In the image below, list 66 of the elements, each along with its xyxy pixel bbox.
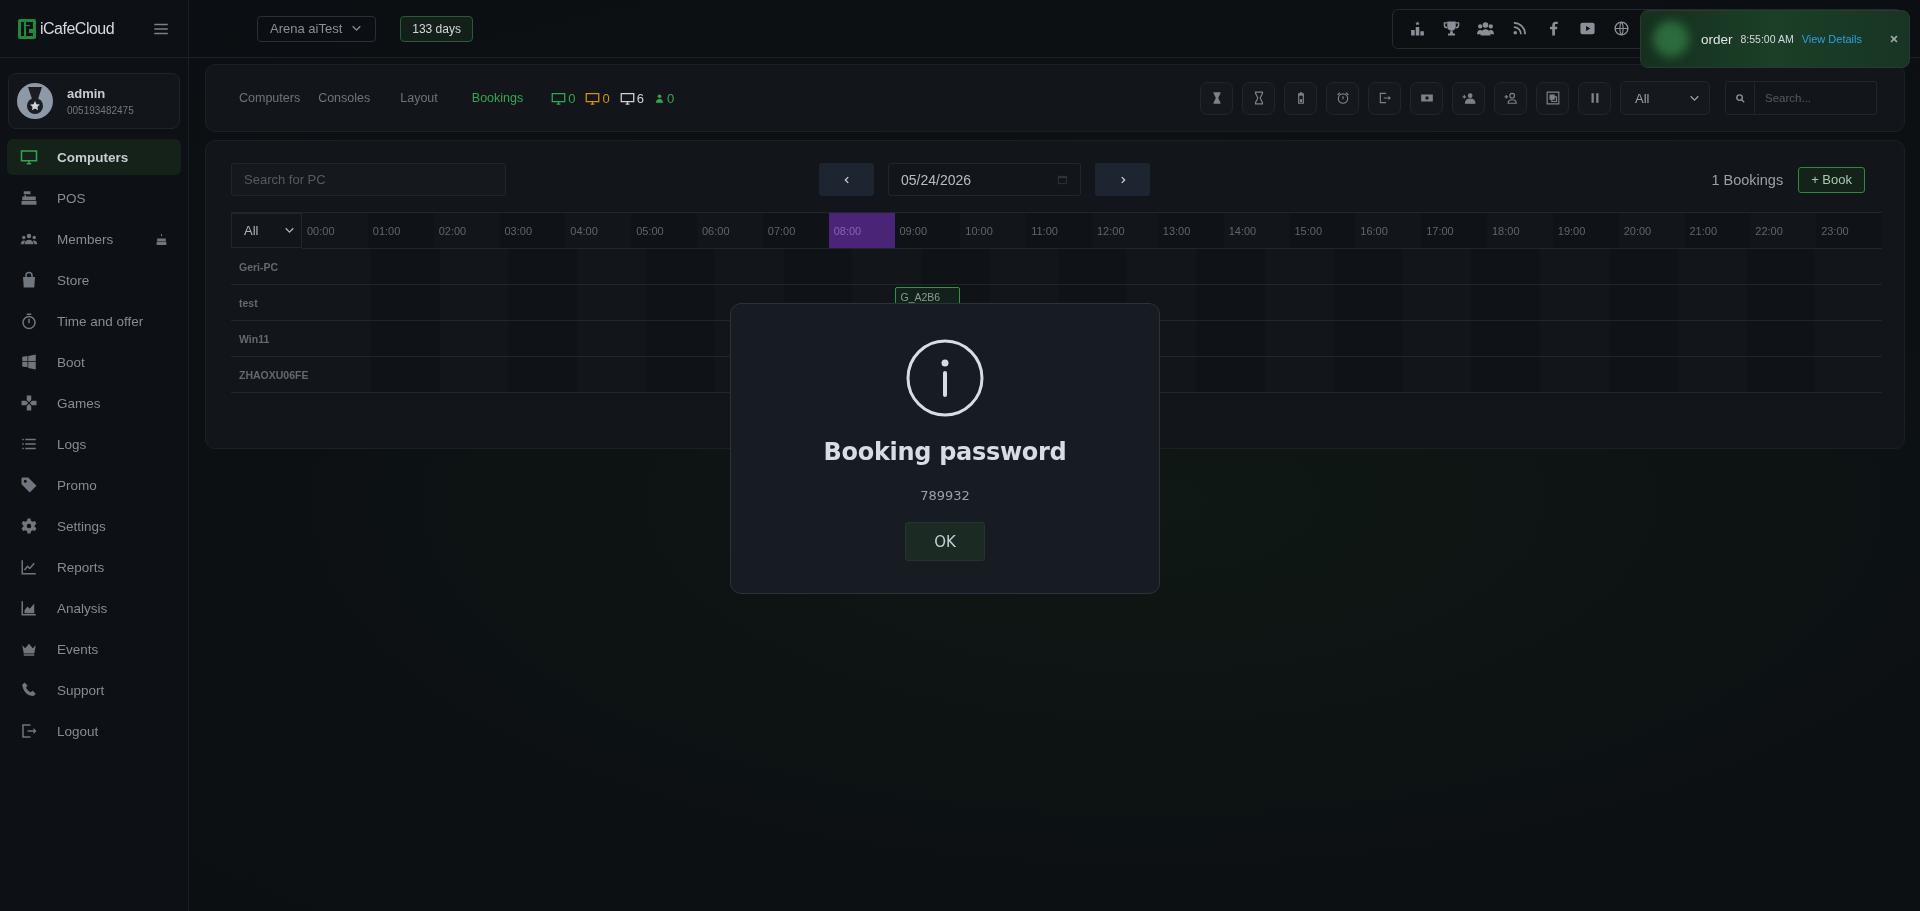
hour-header: 07:00 <box>762 213 829 249</box>
hour-header: 02:00 <box>433 213 500 249</box>
bookings-count: 1 Bookings <box>1711 171 1784 188</box>
sidebar-item[interactable]: Settings <box>7 508 181 544</box>
pc-filter-select[interactable]: All <box>231 213 302 248</box>
notification-time: 8:55:00 AM <box>1740 33 1794 45</box>
dialog-title: Booking password <box>823 438 1067 466</box>
notification-title: order <box>1701 31 1733 47</box>
hour-header: 01:00 <box>367 213 434 249</box>
hour-header: 17:00 <box>1421 213 1487 249</box>
hour-header: 15:00 <box>1289 213 1356 249</box>
status-counter: 0 <box>653 90 675 106</box>
hour-header: 18:00 <box>1487 213 1553 249</box>
pc-name: ZHAOXU06FE <box>239 368 309 381</box>
date-field[interactable]: 05/24/2026 <box>888 163 1081 196</box>
user-name: admin <box>67 86 107 101</box>
sidebar-item[interactable]: Promo <box>7 467 181 503</box>
sidebar-item[interactable]: Members <box>7 221 181 257</box>
book-button[interactable]: + Book <box>1798 166 1865 193</box>
hour-header: 13:00 <box>1157 213 1224 249</box>
tab[interactable]: Computers <box>233 91 307 105</box>
booking-password: 789932 <box>920 488 970 503</box>
sidebar-item[interactable]: Support <box>7 672 181 708</box>
status-counter: 0 <box>585 90 610 106</box>
status-counter: 0 <box>551 90 576 106</box>
sidebar-item[interactable]: Reports <box>7 549 181 585</box>
hour-header: 19:00 <box>1552 213 1619 249</box>
hour-header: 03:00 <box>499 213 566 249</box>
view-details-link[interactable]: View Details <box>1801 33 1862 45</box>
tab[interactable]: Layout <box>394 91 444 105</box>
status-counter: 6 <box>619 90 644 106</box>
sidebar-item[interactable]: POS <box>7 180 181 216</box>
sidebar-item[interactable]: Store <box>7 262 181 298</box>
cafe-select[interactable]: Arena aiTest <box>257 15 377 42</box>
sidebar-item[interactable]: Time and offer <box>7 303 181 339</box>
pc-name: Win11 <box>239 332 270 345</box>
pc-search-field[interactable]: Search for PC <box>231 163 506 196</box>
tab[interactable]: Bookings <box>465 91 530 105</box>
sidebar-item[interactable]: Logout <box>7 713 181 749</box>
hour-header: 08:00 <box>828 213 895 249</box>
profile-card[interactable]: admin 005193482475 <box>8 73 180 129</box>
sidebar-item[interactable]: Games <box>7 385 181 421</box>
pc-name: test <box>239 296 258 309</box>
filter-select[interactable]: All <box>1620 81 1710 115</box>
sidebar-item[interactable]: Computers <box>7 139 181 175</box>
hour-header: 21:00 <box>1684 213 1751 249</box>
ok-button[interactable]: OK <box>905 522 985 561</box>
brand-name: iCafeCloud <box>40 19 115 38</box>
license-badge: 133 days <box>400 15 473 42</box>
hour-header: 06:00 <box>697 213 763 249</box>
hour-header: 05:00 <box>631 213 697 249</box>
hour-header: 20:00 <box>1618 213 1685 249</box>
hour-header: 09:00 <box>894 213 961 249</box>
hour-header: 00:00 <box>302 213 368 249</box>
sidebar-item[interactable]: Logs <box>7 426 181 462</box>
hour-header: 14:00 <box>1223 213 1290 249</box>
sidebar-item[interactable]: Analysis <box>7 590 181 626</box>
hour-header: 23:00 <box>1816 213 1882 249</box>
sidebar-item[interactable]: Boot <box>7 344 181 380</box>
sidebar-item[interactable]: Events <box>7 631 181 667</box>
hour-header: 12:00 <box>1092 213 1158 249</box>
user-id: 005193482475 <box>67 105 134 116</box>
hour-header: 11:00 <box>1026 213 1092 249</box>
pc-name: Geri-PC <box>239 260 279 273</box>
tab[interactable]: Consoles <box>312 91 377 105</box>
search-field[interactable]: Search... <box>1755 81 1877 115</box>
